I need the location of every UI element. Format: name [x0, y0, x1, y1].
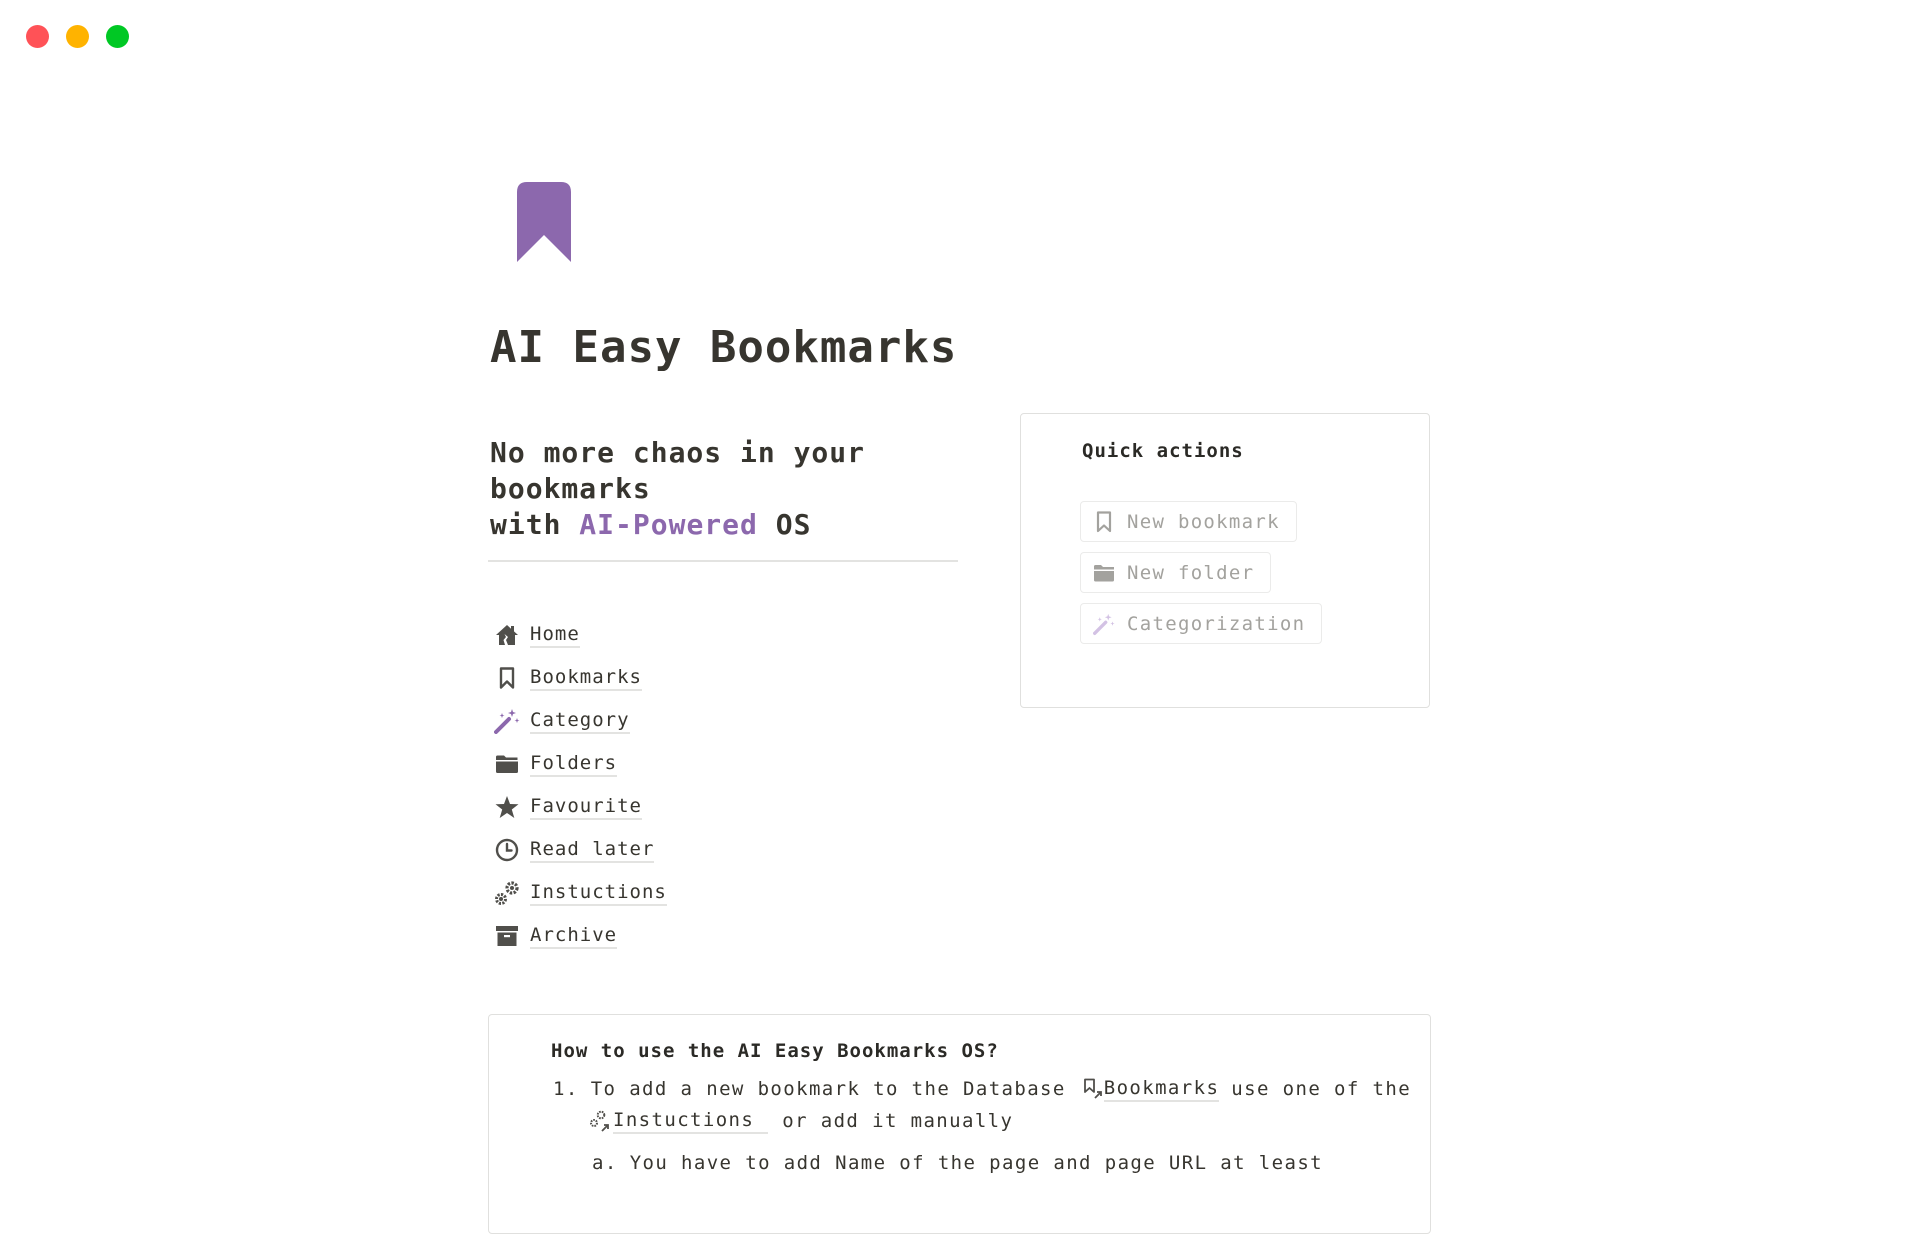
nav-item-label: Folders	[530, 751, 618, 777]
home-icon	[494, 622, 520, 648]
nav-item-label: Instuctions	[530, 880, 667, 906]
quick-actions-card: Quick actions New bookmark New folder Ca…	[1020, 413, 1430, 708]
nav-item-label: Category	[530, 708, 630, 734]
quick-actions-title: Quick actions	[1082, 440, 1244, 462]
mention-label: Bookmarks	[1103, 1076, 1220, 1102]
magic-wand-icon	[494, 708, 520, 734]
page-title: AI Easy Bookmarks	[490, 322, 958, 373]
nav-item-label: Home	[530, 622, 580, 648]
bookmark-icon	[494, 665, 520, 691]
new-folder-label: New folder	[1127, 561, 1255, 584]
close-window-button[interactable]	[26, 25, 49, 48]
nav-item-favourite[interactable]: Favourite	[494, 785, 667, 828]
nav-item-read-later[interactable]: Read later	[494, 828, 667, 871]
gears-link-icon	[590, 1110, 609, 1132]
step-text: To add a new bookmark to the Database	[590, 1078, 1066, 1100]
nav-item-label: Read later	[530, 837, 655, 863]
bookmarks-mention-link[interactable]: Bookmarks	[1082, 1076, 1220, 1102]
instuctions-mention-link[interactable]: Instuctions	[589, 1108, 769, 1134]
nav-item-label: Archive	[530, 923, 618, 949]
how-to-card: How to use the AI Easy Bookmarks OS? 1. …	[488, 1014, 1431, 1234]
categorization-label: Categorization	[1127, 612, 1306, 635]
nav-item-archive[interactable]: Archive	[494, 914, 667, 957]
page-bookmark-icon[interactable]	[517, 182, 571, 262]
divider	[488, 560, 958, 562]
tagline-line-3-prefix: with	[490, 508, 580, 541]
magic-wand-icon	[1093, 613, 1115, 635]
clock-icon	[494, 837, 520, 863]
window-controls	[26, 25, 129, 48]
nav-item-label: Bookmarks	[530, 665, 642, 691]
bookmark-icon	[1093, 510, 1115, 533]
categorization-button[interactable]: Categorization	[1080, 603, 1323, 644]
substep-text: You have to add Name of the page and pag…	[629, 1152, 1323, 1174]
how-to-step-1a: a. You have to add Name of the page and …	[592, 1152, 1323, 1174]
tagline: No more chaos in your bookmarks with AI-…	[490, 435, 960, 543]
new-bookmark-label: New bookmark	[1127, 510, 1280, 533]
how-to-step-1: 1. To add a new bookmark to the Database…	[553, 1076, 1411, 1102]
folder-icon	[1093, 562, 1115, 584]
how-to-step-1-cont: Instuctions or add it manually	[589, 1108, 1013, 1134]
nav-item-home[interactable]: Home	[494, 613, 667, 656]
nav-item-folders[interactable]: Folders	[494, 742, 667, 785]
nav-item-label: Favourite	[530, 794, 642, 820]
step-text: or add it manually	[782, 1110, 1014, 1132]
new-bookmark-button[interactable]: New bookmark	[1080, 501, 1297, 542]
bookmark-link-icon	[1083, 1078, 1102, 1099]
star-icon	[494, 794, 520, 820]
nav-item-bookmarks[interactable]: Bookmarks	[494, 656, 667, 699]
nav-list: Home Bookmarks Category Folders Favourit…	[494, 613, 667, 957]
tagline-line-2: bookmarks	[490, 472, 651, 505]
step-text: use one of the	[1231, 1078, 1412, 1100]
new-folder-button[interactable]: New folder	[1080, 552, 1272, 593]
tagline-line-3-suffix: OS	[757, 508, 812, 541]
tagline-line-1: No more chaos in your	[490, 436, 866, 469]
nav-item-instuctions[interactable]: Instuctions	[494, 871, 667, 914]
substep-letter: a.	[592, 1152, 618, 1174]
step-number: 1.	[553, 1078, 579, 1100]
how-to-title: How to use the AI Easy Bookmarks OS?	[551, 1040, 999, 1062]
folder-icon	[494, 751, 520, 777]
archive-icon	[494, 923, 520, 949]
gears-icon	[494, 880, 520, 906]
maximize-window-button[interactable]	[106, 25, 129, 48]
mention-label: Instuctions	[613, 1108, 769, 1134]
nav-item-category[interactable]: Category	[494, 699, 667, 742]
tagline-accent: AI-Powered	[579, 508, 758, 541]
minimize-window-button[interactable]	[66, 25, 89, 48]
